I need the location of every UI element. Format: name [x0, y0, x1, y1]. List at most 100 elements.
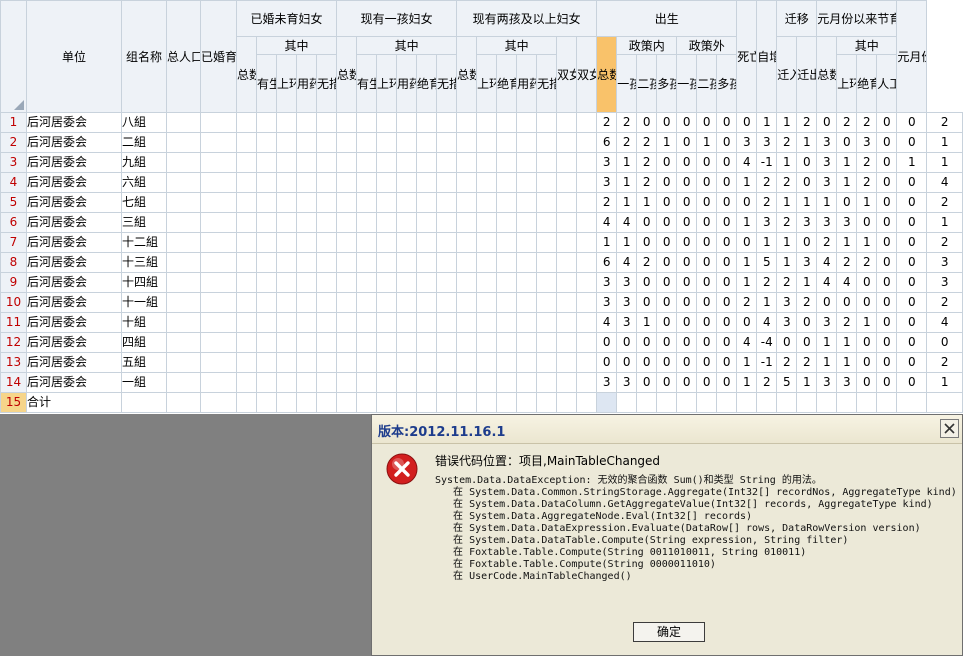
cell-empty[interactable]	[476, 352, 498, 373]
table-row[interactable]: 2 后河居委会 二組 6 2 2 1 0 1 0 3 3 2 1 3 0 3 0 0 1	[0, 132, 963, 153]
cell-value[interactable]: 2	[926, 232, 963, 253]
cell-empty[interactable]	[166, 112, 201, 133]
cell-value[interactable]: 0	[796, 332, 818, 353]
cell-empty[interactable]	[356, 292, 378, 313]
cell-value[interactable]: 1	[616, 192, 638, 213]
cell-value[interactable]: 4	[836, 272, 858, 293]
cell-value[interactable]: 1	[776, 252, 798, 273]
cell-value[interactable]: 0	[716, 272, 738, 293]
cell-empty[interactable]	[236, 272, 257, 293]
cell-value[interactable]: 0	[896, 372, 928, 393]
cell-value[interactable]: 3	[776, 312, 798, 333]
cell-value[interactable]: 0	[876, 372, 898, 393]
cell-empty[interactable]	[776, 392, 798, 413]
cell-value[interactable]: 0	[616, 352, 638, 373]
cell-unit[interactable]: 后河居委会	[26, 132, 122, 153]
cell-empty[interactable]	[315, 352, 338, 373]
cell-empty[interactable]	[576, 272, 598, 293]
cell-empty[interactable]	[416, 292, 438, 313]
table-row[interactable]: 12 后河居委会 四組 0 0 0 0 0 0 0 4 -4 0 0 1 1 0 0 0 0	[0, 332, 963, 353]
cell-empty[interactable]	[516, 112, 538, 133]
cell-empty[interactable]	[315, 152, 338, 173]
cell-empty[interactable]	[416, 252, 438, 273]
cell-empty[interactable]	[416, 152, 438, 173]
cell-value[interactable]: 1	[836, 152, 858, 173]
col-header-unit[interactable]: 单位	[26, 0, 122, 113]
cell-value[interactable]: 0	[896, 172, 928, 193]
cell-empty[interactable]	[200, 392, 237, 413]
cell-value[interactable]: 3	[816, 312, 838, 333]
cell-empty[interactable]	[436, 252, 458, 273]
cell-empty[interactable]	[496, 372, 518, 393]
cell-empty[interactable]	[576, 292, 598, 313]
cell-value[interactable]: 0	[896, 192, 928, 213]
cell-value[interactable]: 1	[756, 292, 778, 313]
cell-empty[interactable]	[496, 212, 518, 233]
cell-empty[interactable]	[536, 352, 558, 373]
col-header-surgery-total[interactable]: 总数	[816, 36, 838, 113]
cell-empty[interactable]	[536, 332, 558, 353]
cell-empty[interactable]	[336, 132, 358, 153]
cell-value[interactable]: 3	[596, 372, 618, 393]
cell-value[interactable]: 0	[656, 232, 678, 253]
cell-empty[interactable]	[296, 332, 317, 353]
cell-value[interactable]: 3	[816, 132, 838, 153]
table-row[interactable]: 3 后河居委会 九組 3 1 2 0 0 0 0 4 -1 1 0 3 1 2 0 1 1	[0, 152, 963, 173]
col-header-in-policy-0[interactable]: 一孩	[616, 54, 638, 113]
col-header-surgery-2[interactable]: 人工流产	[876, 54, 898, 113]
cell-empty[interactable]	[336, 112, 358, 133]
row-number[interactable]: 14	[0, 372, 27, 393]
cell-empty[interactable]	[376, 232, 398, 253]
col-subgroup-two-plus[interactable]: 其中	[476, 36, 558, 55]
cell-empty[interactable]	[436, 192, 458, 213]
col-header-in-policy-1[interactable]: 二孩	[636, 54, 658, 113]
cell-empty[interactable]	[166, 312, 201, 333]
cell-empty[interactable]	[166, 132, 201, 153]
cell-value[interactable]: 0	[716, 112, 738, 133]
cell-value[interactable]: 6	[596, 132, 618, 153]
cell-empty[interactable]	[396, 212, 418, 233]
cell-value[interactable]: 3	[596, 292, 618, 313]
col-header-one-child-2[interactable]: 上环	[376, 54, 398, 113]
cell-value[interactable]: 0	[636, 212, 658, 233]
cell-value[interactable]: 0	[696, 192, 718, 213]
cell-empty[interactable]	[336, 172, 358, 193]
cell-empty[interactable]	[315, 172, 338, 193]
cell-value[interactable]: 2	[616, 132, 638, 153]
cell-empty[interactable]	[276, 232, 297, 253]
cell-empty[interactable]	[416, 272, 438, 293]
cell-empty[interactable]	[436, 112, 458, 133]
cell-value[interactable]: 3	[616, 292, 638, 313]
cell-empty[interactable]	[166, 172, 201, 193]
cell-value[interactable]: 2	[856, 252, 878, 273]
cell-value[interactable]: 0	[636, 332, 658, 353]
cell-empty[interactable]	[476, 332, 498, 353]
cell-value[interactable]: 4	[756, 312, 778, 333]
cell-empty[interactable]	[536, 132, 558, 153]
cell-empty[interactable]	[356, 312, 378, 333]
cell-value[interactable]: 2	[926, 292, 963, 313]
col-group-unborn[interactable]: 已婚未育妇女	[235, 0, 338, 37]
cell-empty[interactable]	[416, 132, 438, 153]
cell-empty[interactable]	[256, 212, 277, 233]
cell-empty[interactable]	[476, 112, 498, 133]
cell-value[interactable]: 1	[926, 212, 963, 233]
table-row[interactable]: 4 后河居委会 六組 3 1 2 0 0 0 0 1 2 2 0 3 1 2 0 0 4	[0, 172, 963, 193]
cell-empty[interactable]	[166, 252, 201, 273]
cell-value[interactable]: 0	[736, 192, 758, 213]
cell-empty[interactable]	[516, 352, 538, 373]
cell-value[interactable]: 1	[736, 272, 758, 293]
cell-empty[interactable]	[636, 392, 658, 413]
cell-empty[interactable]	[276, 172, 297, 193]
cell-empty[interactable]	[556, 372, 578, 393]
col-header-one-child-total[interactable]: 总数	[336, 36, 358, 113]
row-number[interactable]: 11	[0, 312, 27, 333]
col-header-two-plus-3[interactable]: 用药具	[516, 54, 538, 113]
cell-empty[interactable]	[476, 172, 498, 193]
cell-empty[interactable]	[896, 392, 928, 413]
cell-value[interactable]: 3	[796, 252, 818, 273]
cell-empty[interactable]	[576, 332, 598, 353]
cell-empty[interactable]	[556, 272, 578, 293]
cell-empty[interactable]	[576, 312, 598, 333]
cell-group[interactable]: 六組	[121, 172, 167, 193]
